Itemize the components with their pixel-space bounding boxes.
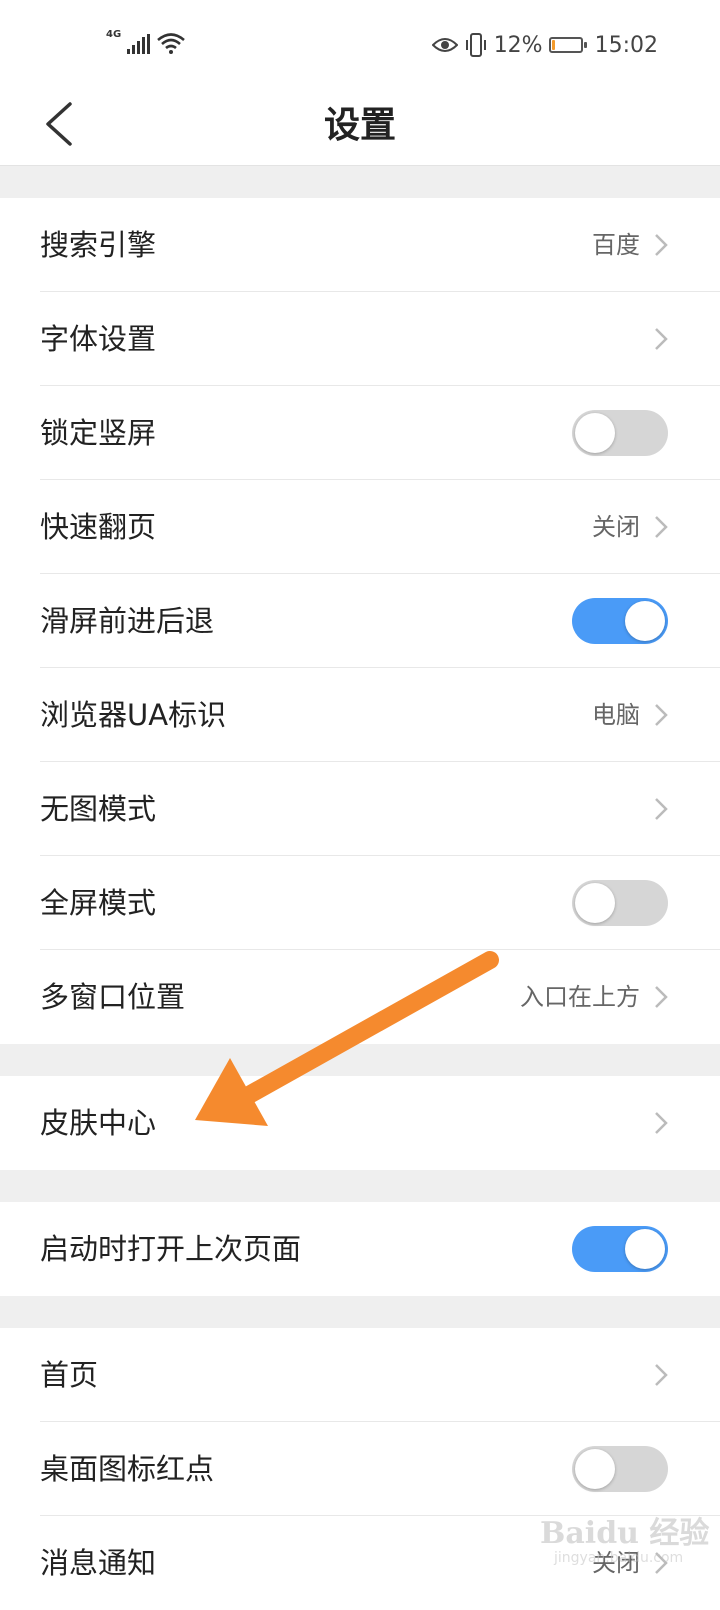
settings-row-label: 全屏模式 xyxy=(40,886,157,920)
chevron-right-icon xyxy=(655,234,668,256)
settings-group-3: 启动时打开上次页面 xyxy=(0,1202,720,1296)
settings-row-value: 电脑 xyxy=(592,701,640,729)
battery-icon xyxy=(548,37,587,53)
title-bar: 设置 xyxy=(0,88,720,166)
toggle-switch[interactable] xyxy=(572,1446,668,1492)
settings-row[interactable]: 首页 xyxy=(0,1328,720,1422)
settings-row-label: 字体设置 xyxy=(40,322,157,356)
settings-row-label: 启动时打开上次页面 xyxy=(40,1232,302,1266)
vibrate-icon xyxy=(465,33,486,57)
chevron-right-icon xyxy=(655,986,668,1008)
toggle-knob xyxy=(575,1449,615,1489)
settings-row-label: 消息通知 xyxy=(40,1546,157,1580)
signal-icon xyxy=(127,34,151,54)
chevron-right-icon xyxy=(655,704,668,726)
settings-row-label: 桌面图标红点 xyxy=(40,1452,215,1486)
settings-group-2: 皮肤中心 xyxy=(0,1076,720,1170)
settings-row[interactable]: 搜索引擎 百度 xyxy=(0,198,720,292)
toggle-knob xyxy=(625,601,665,641)
toggle-knob xyxy=(575,413,615,453)
toggle-switch[interactable] xyxy=(572,410,668,456)
page-title: 设置 xyxy=(323,105,396,146)
settings-row-label: 浏览器UA标识 xyxy=(40,698,227,732)
toggle-switch[interactable] xyxy=(572,880,668,926)
settings-group-1: 搜索引擎 百度字体设置锁定竖屏快速翻页 关闭滑屏前进后退 浏览器UA标识 电脑无图模式全… xyxy=(0,198,720,1044)
chevron-right-icon xyxy=(655,1364,668,1386)
toggle-knob xyxy=(625,1229,665,1269)
settings-row[interactable]: 锁定竖屏 xyxy=(0,386,720,480)
settings-row-label: 首页 xyxy=(40,1358,99,1392)
settings-row[interactable]: 快速翻页 关闭 xyxy=(0,480,720,574)
section-gap xyxy=(0,1170,720,1202)
settings-list: 搜索引擎 百度字体设置锁定竖屏快速翻页 关闭滑屏前进后退 浏览器UA标识 电脑无图模式全… xyxy=(0,166,720,1610)
settings-row-value: 入口在上方 xyxy=(520,983,640,1011)
system-status: 12% 15:02 xyxy=(431,30,658,60)
settings-row-label: 皮肤中心 xyxy=(40,1106,157,1140)
settings-row-value: 关闭 xyxy=(592,513,640,541)
settings-row[interactable]: 启动时打开上次页面 xyxy=(0,1202,720,1296)
settings-row-label: 锁定竖屏 xyxy=(40,416,157,450)
settings-row-label: 搜索引擎 xyxy=(40,228,157,262)
chevron-right-icon xyxy=(655,798,668,820)
chevron-right-icon xyxy=(655,1112,668,1134)
chevron-right-icon xyxy=(655,516,668,538)
settings-row-label: 无图模式 xyxy=(40,792,157,826)
chevron-right-icon xyxy=(655,328,668,350)
settings-row[interactable]: 多窗口位置 入口在上方 xyxy=(0,950,720,1044)
toggle-knob xyxy=(575,883,615,923)
section-gap xyxy=(0,1296,720,1328)
battery-percent: 12% xyxy=(493,32,543,58)
eye-icon xyxy=(431,38,458,52)
section-gap xyxy=(0,166,720,198)
wifi-icon xyxy=(157,33,186,54)
settings-row[interactable]: 字体设置 xyxy=(0,292,720,386)
network-status: 4G xyxy=(106,30,186,54)
toggle-switch[interactable] xyxy=(572,598,668,644)
settings-row-label: 多窗口位置 xyxy=(40,980,186,1014)
watermark-subtext: jingyan.baidu.com xyxy=(554,1550,684,1566)
settings-row[interactable]: 全屏模式 xyxy=(0,856,720,950)
settings-row-label: 快速翻页 xyxy=(40,510,157,544)
settings-row[interactable]: 浏览器UA标识 电脑 xyxy=(0,668,720,762)
status-bar: 4G 12% 15:02 xyxy=(0,0,720,88)
watermark-text: Baidu 经验 xyxy=(540,1516,710,1551)
watermark: Baidu 经验 jingyan.baidu.com xyxy=(540,1488,710,1580)
section-gap xyxy=(0,1044,720,1076)
settings-row-value: 百度 xyxy=(592,231,640,259)
settings-row-label: 滑屏前进后退 xyxy=(40,604,215,638)
network-type: 4G xyxy=(106,29,122,40)
toggle-switch[interactable] xyxy=(572,1226,668,1272)
clock: 15:02 xyxy=(594,32,658,58)
settings-row[interactable]: 皮肤中心 xyxy=(0,1076,720,1170)
settings-row[interactable]: 滑屏前进后退 xyxy=(0,574,720,668)
settings-row[interactable]: 无图模式 xyxy=(0,762,720,856)
